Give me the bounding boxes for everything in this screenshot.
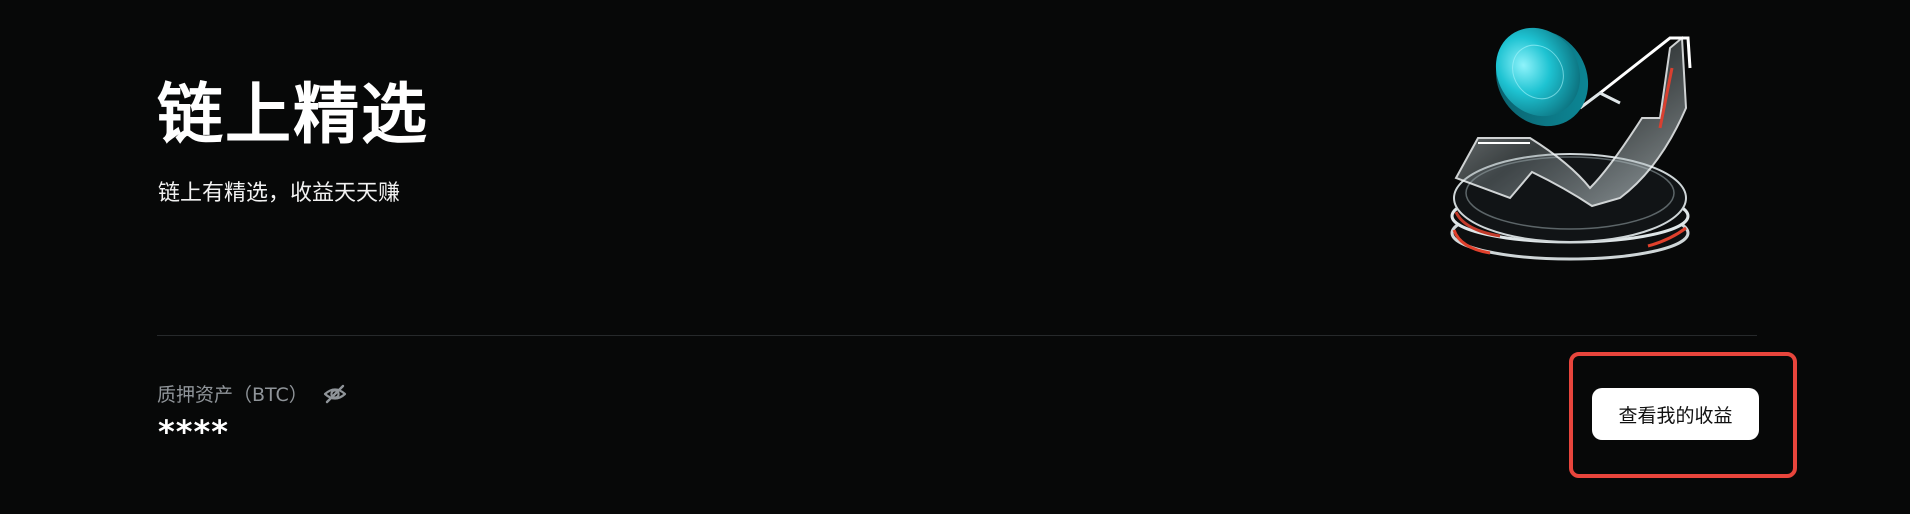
- eye-off-icon[interactable]: [322, 381, 348, 407]
- coin-arrow-growth-illustration: [1420, 8, 1710, 268]
- page-subtitle: 链上有精选，收益天天赚: [158, 181, 401, 206]
- staked-asset-label: 质押资产（BTC）: [157, 384, 308, 406]
- page-title: 链上精选: [157, 76, 429, 153]
- earn-hero-banner: 链上精选 链上有精选，收益天天赚 质押资产（BTC） **** 查看我的收益: [0, 0, 1910, 514]
- staked-asset-value: ****: [158, 413, 229, 451]
- staked-asset-header: 质押资产（BTC）: [157, 380, 348, 407]
- view-my-earnings-button[interactable]: 查看我的收益: [1592, 388, 1759, 440]
- divider: [157, 335, 1757, 336]
